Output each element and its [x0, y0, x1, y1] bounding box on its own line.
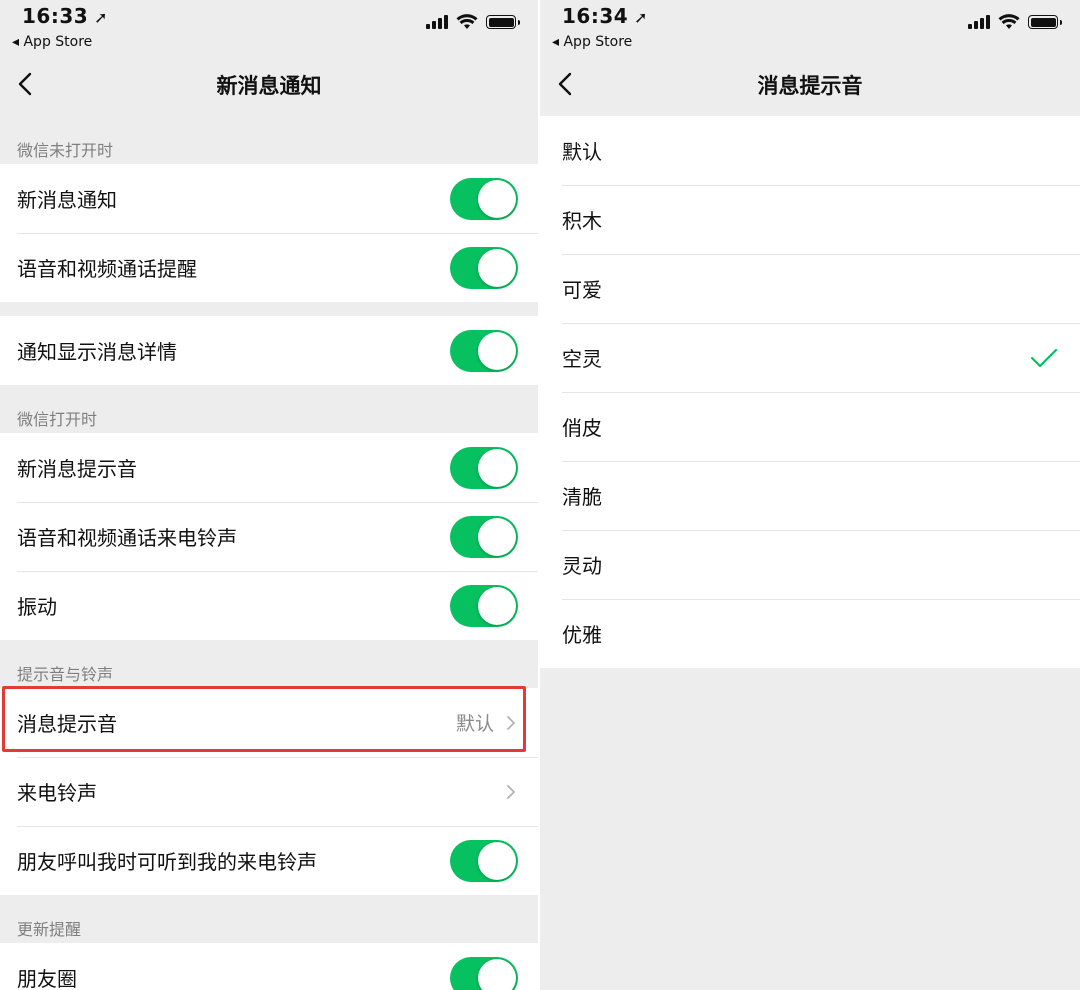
settings-list: 微信未打开时 新消息通知 语音和视频通话提醒 通知显示消息详情 微信打开时 新消…: [0, 116, 538, 990]
toggle-switch[interactable]: [450, 246, 518, 289]
tone-option[interactable]: 可爱: [540, 254, 1080, 323]
back-to-app-link[interactable]: ◂ App Store: [12, 34, 92, 50]
page-title: 消息提示音: [757, 74, 863, 98]
battery-icon: [1028, 15, 1062, 29]
tone-option[interactable]: 默认: [540, 116, 1080, 185]
setting-label: 新消息通知: [17, 188, 117, 212]
tone-label: 默认: [562, 140, 602, 164]
time-text: 16:34: [562, 4, 629, 28]
setting-call-ringtone[interactable]: 语音和视频通话来电铃声: [0, 502, 538, 571]
tone-options-list: 默认 积木 可爱 空灵 俏皮 清脆 灵动 优雅: [540, 116, 1080, 668]
toggle-switch[interactable]: [450, 584, 518, 627]
tone-option[interactable]: 积木: [540, 185, 1080, 254]
section-header: 微信未打开时: [17, 141, 114, 160]
settings-group: 消息提示音 默认 来电铃声 朋友呼叫我时可听到我的来电铃声: [0, 688, 538, 895]
setting-incoming-ringtone[interactable]: 来电铃声: [0, 757, 538, 826]
setting-show-message-details[interactable]: 通知显示消息详情: [0, 316, 538, 385]
page-title: 新消息通知: [216, 74, 322, 98]
setting-new-message-notification[interactable]: 新消息通知: [0, 164, 538, 233]
setting-label: 通知显示消息详情: [17, 340, 177, 364]
tone-option-selected[interactable]: 空灵: [540, 323, 1080, 392]
navigation-bar: 新消息通知: [0, 54, 538, 116]
tone-label: 积木: [562, 209, 602, 233]
setting-label: 语音和视频通话提醒: [17, 257, 197, 281]
location-arrow-icon: ➚: [634, 8, 649, 27]
setting-friends-hear-ringtone[interactable]: 朋友呼叫我时可听到我的来电铃声: [0, 826, 538, 895]
checkmark-icon: [1030, 348, 1058, 367]
tone-label: 优雅: [562, 623, 602, 647]
tone-label: 可爱: [562, 278, 602, 302]
signal-icon: [968, 15, 990, 29]
status-time: 16:34 ➚: [562, 4, 648, 28]
setting-value: 默认: [455, 713, 494, 735]
status-time: 16:33 ➚: [22, 4, 108, 28]
setting-new-message-sound[interactable]: 新消息提示音: [0, 433, 538, 502]
wifi-icon: [998, 14, 1020, 29]
location-arrow-icon: ➚: [94, 8, 109, 27]
section-header: 微信打开时: [17, 410, 98, 429]
setting-moments[interactable]: 朋友圈: [0, 943, 538, 990]
setting-call-reminder[interactable]: 语音和视频通话提醒: [0, 233, 538, 302]
settings-group: 新消息通知 语音和视频通话提醒: [0, 164, 538, 302]
toggle-switch[interactable]: [450, 177, 518, 220]
tone-label: 灵动: [562, 554, 602, 578]
status-icons: [426, 14, 520, 30]
signal-icon: [426, 15, 448, 29]
time-text: 16:33: [22, 4, 89, 28]
battery-icon: [486, 15, 520, 29]
setting-label: 消息提示音: [17, 712, 117, 736]
setting-label: 朋友呼叫我时可听到我的来电铃声: [17, 850, 317, 874]
toggle-switch[interactable]: [450, 446, 518, 489]
chevron-right-icon: [507, 784, 515, 799]
toggle-switch[interactable]: [450, 956, 518, 990]
chevron-right-icon: [507, 715, 515, 730]
back-app-label: App Store: [563, 34, 633, 50]
status-bar: 16:33 ➚ ◂ App Store: [0, 0, 538, 54]
wifi-icon: [456, 14, 478, 29]
setting-label: 新消息提示音: [17, 457, 137, 481]
setting-label: 来电铃声: [17, 781, 97, 805]
tone-label: 空灵: [562, 347, 602, 371]
section-header: 提示音与铃声: [17, 665, 114, 684]
navigation-bar: 消息提示音: [540, 54, 1080, 116]
tone-option[interactable]: 俏皮: [540, 392, 1080, 461]
settings-group: 新消息提示音 语音和视频通话来电铃声 振动: [0, 433, 538, 640]
setting-message-tone[interactable]: 消息提示音 默认: [0, 688, 538, 757]
back-to-app-link[interactable]: ◂ App Store: [552, 34, 632, 50]
settings-group: 通知显示消息详情: [0, 316, 538, 385]
toggle-switch[interactable]: [450, 329, 518, 372]
status-bar: 16:34 ➚ ◂ App Store: [540, 0, 1080, 54]
back-app-label: App Store: [23, 34, 93, 50]
notification-settings-screen: 16:33 ➚ ◂ App Store 新消息通知 微信未打开时 新消息通知 语…: [0, 0, 538, 990]
tone-label: 俏皮: [562, 416, 602, 440]
tone-option[interactable]: 灵动: [540, 530, 1080, 599]
setting-label: 朋友圈: [17, 967, 77, 990]
tone-label: 清脆: [562, 485, 602, 509]
setting-vibration[interactable]: 振动: [0, 571, 538, 640]
toggle-switch[interactable]: [450, 839, 518, 882]
tone-option[interactable]: 清脆: [540, 461, 1080, 530]
tone-option[interactable]: 优雅: [540, 599, 1080, 668]
message-tone-screen: 16:34 ➚ ◂ App Store 消息提示音 默认 积木 可爱 空灵 俏皮 …: [538, 0, 1080, 990]
toggle-switch[interactable]: [450, 515, 518, 558]
settings-group: 朋友圈: [0, 943, 538, 990]
setting-label: 振动: [17, 595, 57, 619]
status-icons: [968, 14, 1062, 30]
setting-label: 语音和视频通话来电铃声: [17, 526, 237, 550]
section-header: 更新提醒: [17, 920, 82, 939]
